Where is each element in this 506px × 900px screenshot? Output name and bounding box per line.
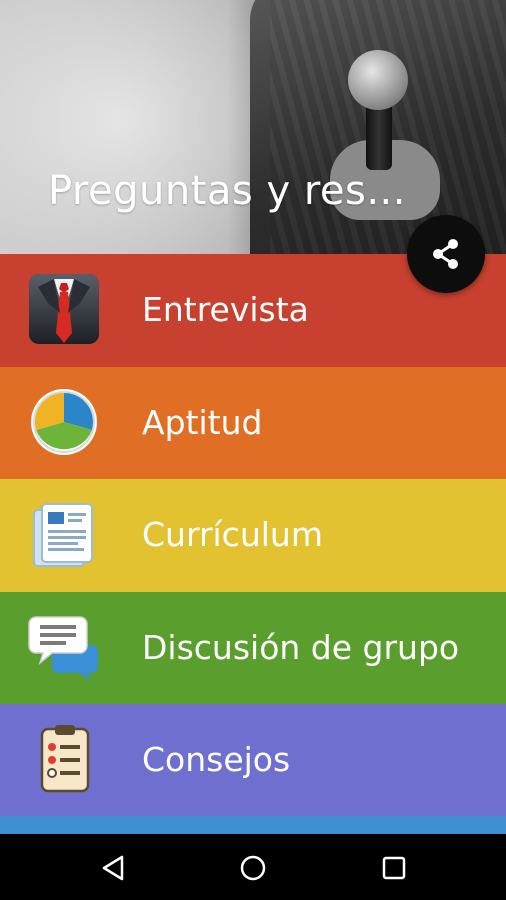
microphone-body [366,100,392,170]
home-circle-icon [240,855,266,881]
menu-item-curriculum[interactable]: Currículum [0,479,506,592]
recents-button[interactable] [378,852,410,884]
suit-tie-icon [28,273,100,345]
menu-item-discusion-de-grupo[interactable]: Discusión de grupo [0,591,506,704]
menu-item-label: Consejos [142,740,291,779]
back-triangle-icon [102,855,124,881]
menu-item-partial[interactable] [0,816,506,834]
chat-bubbles-icon [28,611,100,683]
page-title: Preguntas y res... [48,168,406,214]
checklist-clipboard-icon [28,723,100,795]
resume-document-icon [28,498,100,570]
menu-item-label: Discusión de grupo [142,627,460,667]
pie-chart-icon [28,386,100,458]
back-button[interactable] [98,852,130,884]
menu-item-label: Aptitud [142,402,263,442]
recents-square-icon [382,856,406,880]
microphone-icon [348,50,408,110]
share-icon [433,239,458,269]
header-hero-image: Preguntas y res... [0,0,506,254]
menu-item-consejos[interactable]: Consejos [0,704,506,817]
menu-item-label: Entrevista [142,290,309,329]
share-button[interactable] [407,215,485,293]
category-menu: Entrevista Aptitud Currículum Discusión … [0,254,506,817]
menu-item-label: Currículum [142,515,323,554]
system-navigation-bar [0,834,506,900]
home-button[interactable] [237,852,269,884]
app-screen: Preguntas y res... Entrevista Aptitud Cu… [0,0,506,900]
menu-item-aptitud[interactable]: Aptitud [0,366,506,479]
